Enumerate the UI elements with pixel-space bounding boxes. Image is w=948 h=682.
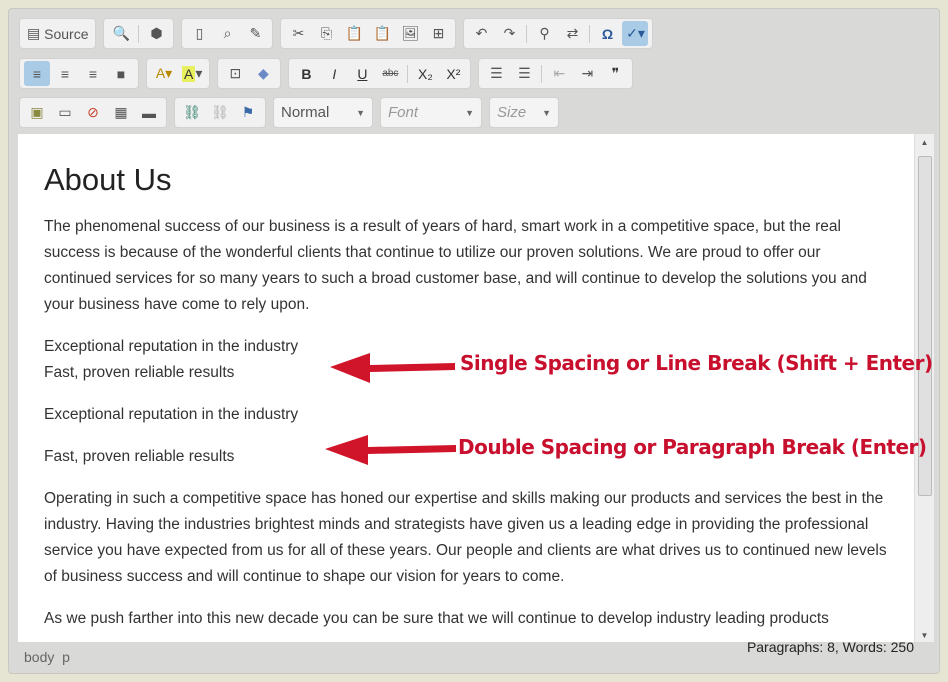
arrow-double-icon [325,435,456,465]
copy-icon[interactable]: ⎘ [313,21,339,46]
horizontal-rule-icon[interactable]: ▬ [136,100,162,125]
justify-icon[interactable]: ■ [108,61,134,86]
arrow-single-icon [330,353,455,383]
special-char-icon[interactable]: Ω [594,21,620,46]
find-icon[interactable]: ⚲ [531,21,557,46]
cut-icon[interactable]: ✂ [285,21,311,46]
new-page-icon[interactable]: ▯ [186,21,212,46]
redo-icon[interactable]: ↷ [496,21,522,46]
bg-color-icon[interactable]: A ▾ [179,61,205,86]
italic-icon[interactable]: I [321,61,347,86]
paragraph: Operating in such a competitive space ha… [44,490,887,585]
select-all-icon[interactable]: ⊡ [222,61,248,86]
source-icon: ▤ [27,25,41,41]
toolbar-row-2: ≡ ≡ ≡ ■ A▾ A ▾ ⊡ ◆ B I Uabc X₂ X² ☰ ☰ ⇤ ⇥ ❞ [19,58,634,89]
preview-icon[interactable]: 🔍 [108,21,134,46]
element-path: body p [24,649,70,665]
spellcheck-icon[interactable]: ✓▾ [622,21,649,46]
superscript-icon[interactable]: X² [440,61,466,86]
font-select[interactable]: Font ▼ [380,97,482,128]
flash-icon[interactable]: ▭ [52,100,78,125]
paragraph: As we push farther into this new decade … [44,610,829,627]
size-select[interactable]: Size ▼ [489,97,559,128]
chevron-down-icon: ▼ [465,107,474,118]
paragraph: Exceptional reputation in the industry [44,406,299,423]
find-page-icon[interactable]: ⌕ [214,21,240,46]
undo-icon[interactable]: ↶ [468,21,494,46]
bold-icon[interactable]: B [293,61,319,86]
templates-icon[interactable]: ⬢ [143,21,169,46]
remove-format-icon[interactable]: ◆ [250,61,276,86]
format-select[interactable]: Normal ▼ [273,97,373,128]
numbered-list-icon[interactable]: ☰ [483,61,509,86]
strikethrough-icon[interactable]: abc [377,61,403,86]
image-icon[interactable]: ▣ [24,100,50,125]
replace-icon[interactable]: ⇄ [559,21,585,46]
blockquote-icon[interactable]: ❞ [602,61,628,86]
annotation-double-spacing: Double Spacing or Paragraph Break (Enter… [458,435,927,459]
editor-content[interactable]: About Us The phenomenal success of our b… [18,134,914,642]
align-right-icon[interactable]: ≡ [80,61,106,86]
outdent-icon[interactable]: ⇤ [546,61,572,86]
text-color-icon[interactable]: A▾ [151,61,177,86]
align-center-icon[interactable]: ≡ [52,61,78,86]
paste-icon[interactable]: 📋 [341,21,367,46]
paste-image-icon[interactable]: 🖼 [397,21,423,46]
html-icon[interactable]: ⊞ [425,21,451,46]
word-count: Paragraphs: 8, Words: 250 [746,639,914,655]
link-icon[interactable]: ⛓ [179,100,205,125]
editor: ▤ Source 🔍 ⬢ ▯ ⌕ ✎ ✂ ⎘ 📋 📋 🖼 ⊞ ↶ ↷ ⚲ ⇄ Ω ✓▾ ≡ ≡ ≡ ■ A▾ A ▾… [8,8,940,674]
unlink-icon[interactable]: ⛓ [207,100,233,125]
align-left-icon[interactable]: ≡ [24,61,50,86]
page-title: About Us [44,162,172,197]
chevron-down-icon: ▼ [542,107,551,118]
spell-icon[interactable]: ✎ [242,21,268,46]
anchor-flag-icon[interactable]: ⚑ [235,100,261,125]
no-icon[interactable]: ⊘ [80,100,106,125]
chevron-down-icon: ▼ [356,107,365,118]
subscript-icon[interactable]: X₂ [412,61,438,86]
toolbar-row-1: ▤ Source 🔍 ⬢ ▯ ⌕ ✎ ✂ ⎘ 📋 📋 🖼 ⊞ ↶ ↷ ⚲ ⇄ Ω ✓▾ [19,18,654,49]
annotation-single-spacing: Single Spacing or Line Break (Shift + En… [460,351,933,375]
table-icon[interactable]: ▦ [108,100,134,125]
source-button[interactable]: ▤ Source [24,21,91,46]
scroll-down-icon[interactable]: ▼ [915,631,934,640]
scrollbar[interactable]: ▲ ▼ [914,134,934,642]
toolbar-row-3: ▣ ▭ ⊘ ▦ ▬ ⛓ ⛓ ⚑ Normal ▼ Font ▼ Size ▼ [19,97,559,128]
underline-icon[interactable]: U [349,61,375,86]
indent-icon[interactable]: ⇥ [574,61,600,86]
scroll-up-icon[interactable]: ▲ [915,138,934,147]
paste-word-icon[interactable]: 📋 [369,21,395,46]
bullet-list-icon[interactable]: ☰ [511,61,537,86]
paragraph: The phenomenal success of our business i… [44,218,867,313]
